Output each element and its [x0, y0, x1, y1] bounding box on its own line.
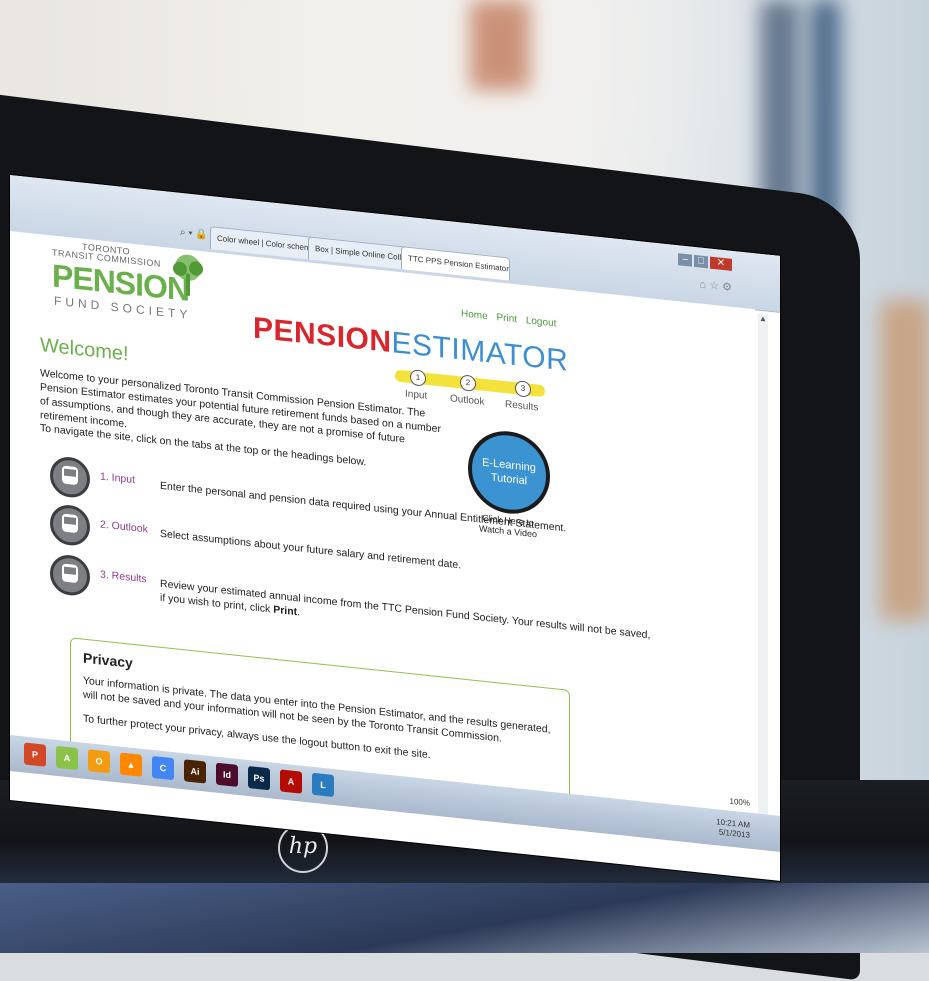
- laptop-screen: ⌕ ▾ 🔒 ↻ Color wheel | Color schemes - Ad…: [10, 175, 780, 881]
- lync-icon[interactable]: L: [312, 772, 334, 798]
- outlook-description: Select assumptions about your future sal…: [160, 527, 462, 572]
- clock-date: 5/1/2013: [718, 827, 750, 840]
- web-page: TORONTO TRANSIT COMMISSION PENSION FUND …: [10, 231, 755, 815]
- powerpoint-icon[interactable]: P: [24, 742, 46, 767]
- gear-icon[interactable]: ⚙: [722, 281, 732, 294]
- browser-nav-icons: ⌂ ☆ ⚙: [699, 277, 732, 293]
- results-description-post: .: [297, 606, 301, 619]
- bookshelf-blur: [880, 300, 929, 620]
- chrome-icon[interactable]: C: [152, 755, 174, 781]
- system-tray-clock[interactable]: 10:21 AM 5/1/2013: [716, 817, 750, 841]
- welcome-heading: Welcome!: [40, 334, 129, 366]
- keyboard-edge: [0, 883, 929, 953]
- print-link[interactable]: Print: [496, 312, 517, 325]
- results-print-word: Print: [273, 603, 298, 619]
- ttc-pension-logo[interactable]: TORONTO TRANSIT COMMISSION PENSION FUND …: [52, 239, 212, 326]
- close-button[interactable]: ✕: [710, 256, 732, 271]
- input-link[interactable]: 1. Input: [100, 470, 135, 486]
- bus-icon[interactable]: [50, 553, 90, 598]
- results-description: Review your estimated annual income from…: [160, 577, 650, 657]
- media-icon[interactable]: O: [88, 749, 110, 774]
- top-links: Home Print Logout: [455, 308, 557, 329]
- step-1-label[interactable]: Input: [405, 389, 427, 402]
- indesign-icon[interactable]: Id: [216, 762, 238, 787]
- logout-link[interactable]: Logout: [526, 315, 557, 329]
- photoshop-icon[interactable]: Ps: [248, 766, 270, 791]
- bookshelf-blur: [470, 0, 530, 90]
- home-icon[interactable]: ⌂: [699, 278, 706, 291]
- page-scrollbar[interactable]: ▲ ▼: [758, 313, 768, 825]
- minimize-button[interactable]: –: [678, 253, 692, 267]
- elearning-tutorial-button[interactable]: E-Learning Tutorial: [468, 427, 550, 518]
- home-link[interactable]: Home: [461, 308, 488, 322]
- android-icon[interactable]: A: [56, 745, 78, 771]
- title-part1: PENSION: [253, 311, 392, 360]
- vlc-icon[interactable]: ▲: [120, 752, 142, 777]
- results-link[interactable]: 3. Results: [100, 568, 147, 585]
- bus-icon[interactable]: [50, 455, 90, 500]
- elearning-label: E-Learning Tutorial: [482, 456, 536, 488]
- bus-icon[interactable]: [50, 503, 90, 548]
- step-2-label[interactable]: Outlook: [450, 393, 484, 408]
- acrobat-icon[interactable]: A: [280, 769, 302, 794]
- outlook-link[interactable]: 2. Outlook: [100, 518, 148, 535]
- star-icon[interactable]: ☆: [709, 279, 719, 292]
- scroll-up-icon[interactable]: ▲: [758, 314, 768, 324]
- illustrator-icon[interactable]: Ai: [184, 759, 206, 784]
- tree-icon: [173, 254, 203, 296]
- step-3-label[interactable]: Results: [505, 399, 538, 414]
- window-controls: – □ ✕: [676, 253, 732, 271]
- maximize-button[interactable]: □: [694, 254, 708, 269]
